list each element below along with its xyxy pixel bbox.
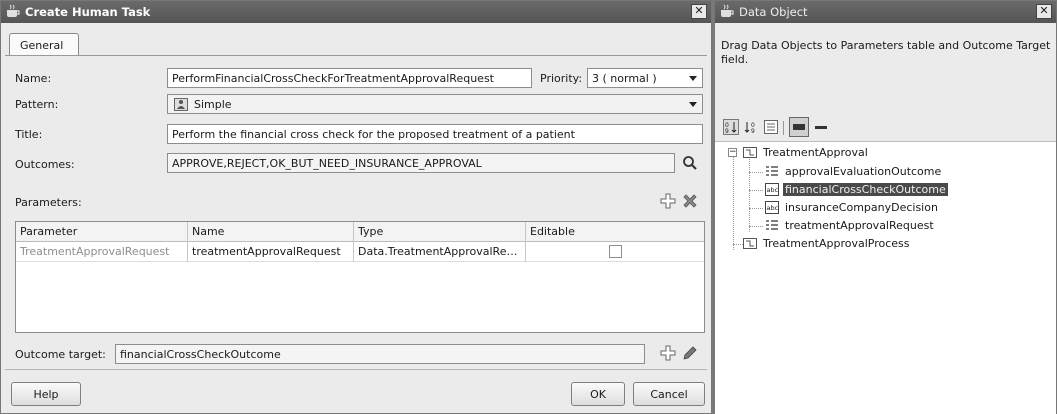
column-header-editable[interactable]: Editable [526,222,704,242]
tree-node-label: insuranceCompanyDecision [785,201,938,214]
panel-titlebar: Data Object ✕ [715,1,1056,23]
column-header-type[interactable]: Type [354,222,526,242]
tab-divider [5,55,707,56]
collapse-toggle[interactable]: − [728,148,737,157]
data-object-tree[interactable]: − TreatmentApproval approvalEvaluationOu… [715,141,1056,414]
outcome-target-label: Outcome target: [15,348,106,361]
editable-checkbox[interactable] [609,245,622,258]
footer-divider [5,369,707,370]
pattern-select[interactable]: Simple [167,94,703,114]
outcomes-input[interactable]: APPROVE,REJECT,OK_BUT_NEED_INSURANCE_APP… [167,153,675,173]
panel-instructions: Drag Data Objects to Parameters table an… [721,39,1051,66]
cancel-button[interactable]: Cancel [633,382,705,406]
element-icon [766,220,778,230]
cell-type[interactable]: Data.TreatmentApprovalRe… [354,242,526,262]
minimize-icon[interactable] [813,119,829,135]
priority-value: 3 ( normal ) [592,72,657,85]
outcome-target-input[interactable]: financialCrossCheckOutcome [115,344,645,364]
plus-icon[interactable] [659,344,677,362]
tree-connector [749,208,763,209]
coffee-cup-icon [721,4,734,17]
pencil-icon[interactable] [681,344,699,362]
tree-connector [733,156,734,250]
sort-descending-icon[interactable]: 0 9 [743,119,759,135]
title-input[interactable]: Perform the financial cross check for th… [167,124,703,144]
search-icon[interactable] [681,154,699,172]
name-label: Name: [15,72,52,85]
close-icon[interactable]: ✕ [691,4,707,19]
column-header-name[interactable]: Name [188,222,354,242]
dialog-title: Create Human Task [25,5,151,19]
panel-toolbar: 0 9 0 9 [715,113,1056,141]
name-input[interactable]: PerformFinancialCrossCheckForTreatmentAp… [167,68,532,88]
cell-parameter: TreatmentApprovalRequest [16,242,188,262]
ok-button[interactable]: OK [571,382,625,406]
parameters-table[interactable]: Parameter Name Type Editable TreatmentAp… [15,221,705,333]
parameters-label: Parameters: [15,196,82,209]
tree-node-label: TreatmentApproval [763,146,868,159]
element-icon [766,166,778,176]
pattern-value: Simple [194,98,232,111]
tree-node-label: financialCrossCheckOutcome [783,183,948,196]
priority-select[interactable]: 3 ( normal ) [587,68,703,88]
cell-name[interactable]: treatmentApprovalRequest [188,242,354,262]
help-button[interactable]: Help [11,382,81,406]
close-icon[interactable]: ✕ [1036,4,1052,19]
collapse-icon[interactable] [789,117,809,137]
x-icon[interactable] [681,192,699,210]
outcomes-label: Outcomes: [15,158,75,171]
tree-node-label: approvalEvaluationOutcome [785,165,942,178]
chevron-down-icon [689,102,697,107]
string-icon: abc [765,183,779,196]
toolbar-separator [783,121,784,135]
string-icon: abc [765,201,779,214]
tree-connector [749,172,763,173]
priority-label: Priority: [540,72,583,85]
tree-connector [749,156,750,232]
svg-text:abc: abc [767,204,779,212]
sort-ascending-icon[interactable]: 0 9 [723,119,739,135]
chevron-down-icon [689,76,697,81]
svg-text:9: 9 [751,128,755,135]
pattern-label: Pattern: [15,98,59,111]
tree-connector [749,226,763,227]
plus-icon[interactable] [659,192,677,210]
simple-pattern-icon [174,98,188,111]
tree-connector [749,190,763,191]
svg-text:9: 9 [725,128,729,135]
column-header-parameter[interactable]: Parameter [16,222,188,242]
data-object-panel: Data Object ✕ Drag Data Objects to Param… [714,0,1057,414]
process-icon [743,238,757,249]
dialog-titlebar: Create Human Task ✕ [1,1,711,23]
tree-node-label: treatmentApprovalRequest [785,219,934,232]
list-view-icon[interactable] [763,119,779,135]
table-header: Parameter Name Type Editable [16,222,704,242]
svg-text:abc: abc [767,186,779,194]
tab-general[interactable]: General [9,33,79,55]
tree-node-label: TreatmentApprovalProcess [763,237,910,250]
title-label: Title: [15,128,43,141]
process-icon [743,147,757,158]
create-human-task-dialog: Create Human Task ✕ General Name: Perfor… [0,0,712,414]
coffee-cup-icon [7,4,20,17]
panel-title: Data Object [739,5,808,19]
table-row[interactable]: TreatmentApprovalRequest treatmentApprov… [16,242,704,262]
